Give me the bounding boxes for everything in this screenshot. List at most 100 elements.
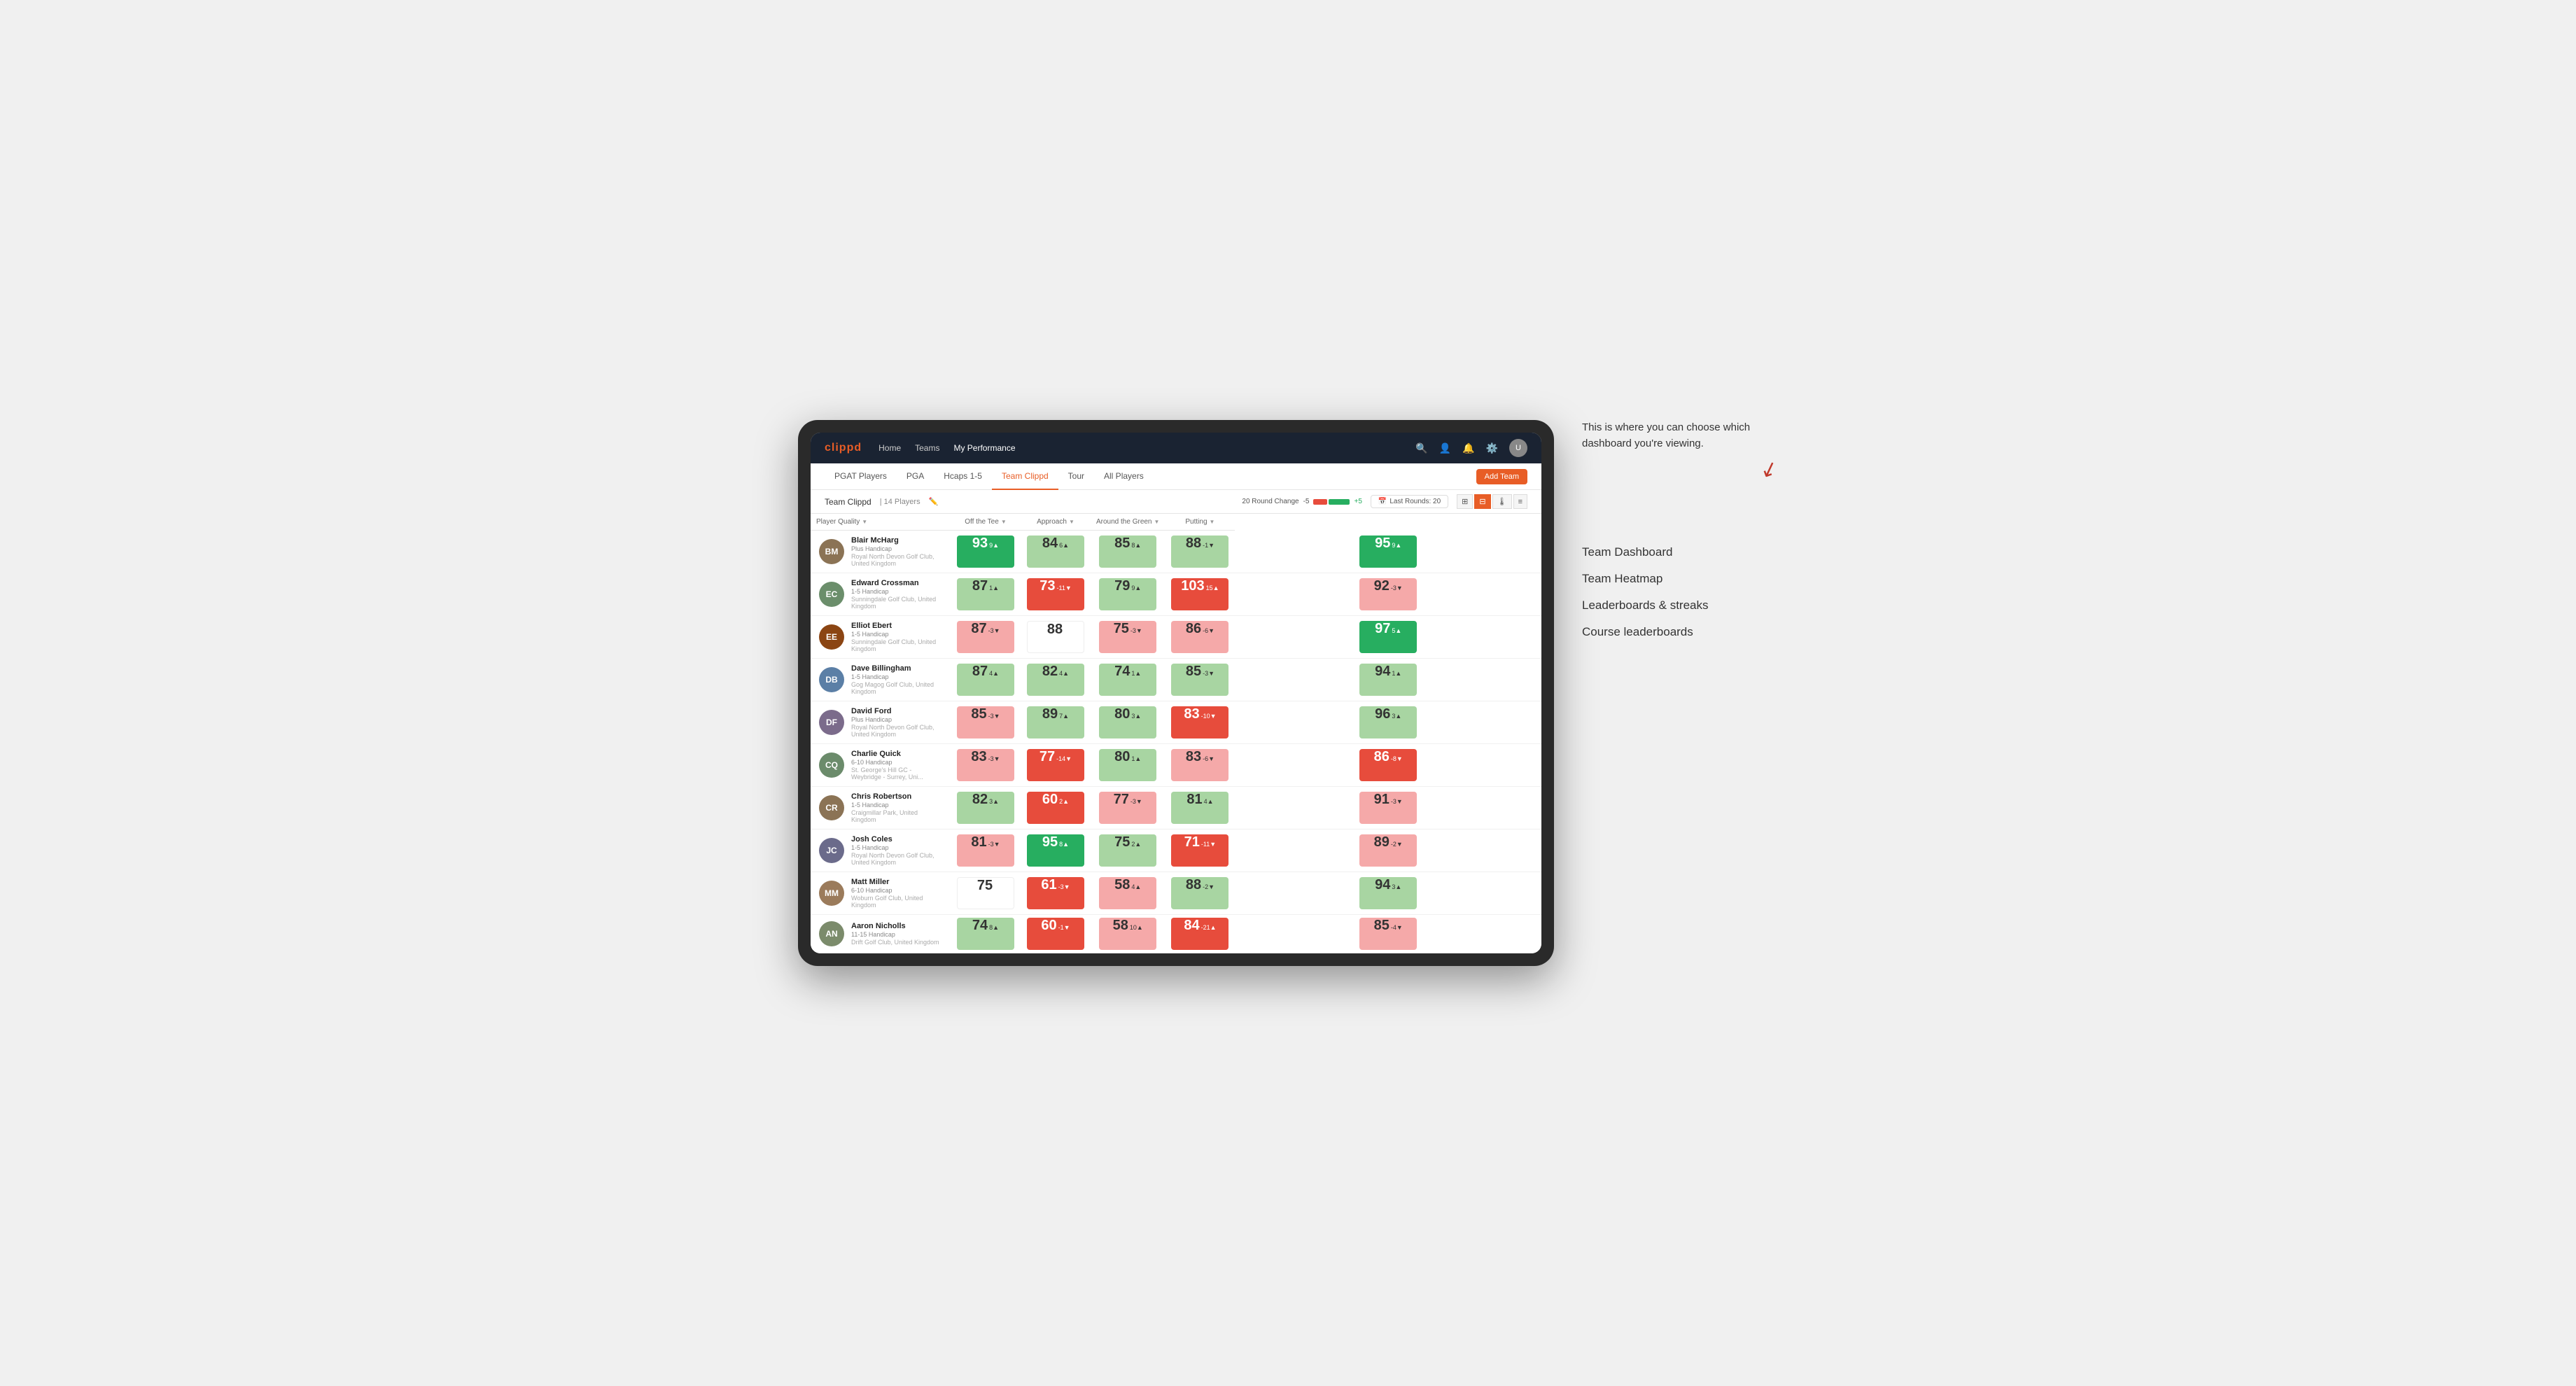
player-name: Aaron Nicholls	[851, 922, 939, 930]
score-cell-8-0: 75	[951, 872, 1021, 915]
view-toggle: ⊞ ⊟ 🌡 ≡	[1457, 494, 1527, 509]
nav-my-performance[interactable]: My Performance	[953, 443, 1015, 453]
sort-arrow-around[interactable]: ▼	[1154, 519, 1160, 525]
page-wrapper: clippd Home Teams My Performance 🔍 👤 🔔 ⚙…	[798, 420, 1778, 966]
score-delta: -3▼	[1130, 627, 1142, 634]
rc-red-bar	[1313, 499, 1327, 505]
player-club: Craigmillar Park, United Kingdom	[851, 809, 942, 823]
score-value: 74	[972, 918, 988, 934]
score-cell-8-3: 88 -2▼	[1165, 872, 1235, 915]
nav-links: Home Teams My Performance	[878, 443, 1015, 453]
avatar[interactable]: U	[1509, 439, 1527, 457]
search-icon[interactable]: 🔍	[1415, 442, 1427, 454]
tab-pgat-players[interactable]: PGAT Players	[825, 463, 897, 490]
score-delta: -3▼	[988, 755, 1000, 762]
nav-home[interactable]: Home	[878, 443, 901, 453]
table-row[interactable]: DF David Ford Plus Handicap Royal North …	[811, 701, 1541, 744]
player-club: Sunningdale Golf Club, United Kingdom	[851, 596, 942, 610]
round-change: 20 Round Change -5 +5	[1242, 498, 1362, 505]
score-delta: 9▲	[1131, 584, 1141, 592]
score-delta: 6▲	[1059, 542, 1069, 549]
score-box: 87 -3▼	[957, 621, 1014, 653]
score-value: 83	[971, 749, 986, 765]
score-value: 83	[1184, 706, 1199, 722]
score-delta: 1▲	[1392, 670, 1401, 677]
score-value: 81	[971, 834, 986, 850]
table-row[interactable]: EC Edward Crossman 1-5 Handicap Sunningd…	[811, 573, 1541, 616]
round-change-high: +5	[1354, 498, 1362, 505]
annotation-item-leaderboards: Leaderboards & streaks	[1582, 598, 1778, 613]
profile-icon[interactable]: 👤	[1439, 442, 1451, 454]
player-info: Edward Crossman 1-5 Handicap Sunningdale…	[851, 579, 942, 610]
round-change-label: 20 Round Change	[1242, 498, 1298, 505]
score-value: 58	[1114, 877, 1130, 893]
sort-arrow-putting[interactable]: ▼	[1210, 519, 1215, 525]
tab-tour[interactable]: Tour	[1058, 463, 1094, 490]
score-value: 87	[972, 664, 988, 680]
table-row[interactable]: CQ Charlie Quick 6-10 Handicap St. Georg…	[811, 744, 1541, 787]
table-row[interactable]: DB Dave Billingham 1-5 Handicap Gog Mago…	[811, 659, 1541, 701]
score-value: 84	[1184, 918, 1199, 934]
callout-text: This is where you can choose which dashb…	[1582, 420, 1778, 451]
score-cell-6-3: 81 4▲	[1165, 787, 1235, 830]
table-row[interactable]: AN Aaron Nicholls 11-15 Handicap Drift G…	[811, 915, 1541, 953]
add-team-button[interactable]: Add Team	[1476, 469, 1527, 484]
tab-hcaps[interactable]: Hcaps 1-5	[934, 463, 992, 490]
score-box: 85 -3▼	[957, 706, 1014, 738]
score-value: 95	[1042, 834, 1058, 850]
player-avatar: EC	[819, 582, 844, 607]
edit-icon[interactable]: ✏️	[929, 497, 939, 506]
table-row[interactable]: CR Chris Robertson 1-5 Handicap Craigmil…	[811, 787, 1541, 830]
player-name: David Ford	[851, 707, 942, 715]
view-grid-small-button[interactable]: ⊞	[1457, 494, 1473, 509]
table-body: BM Blair McHarg Plus Handicap Royal Nort…	[811, 531, 1541, 953]
score-box: 94 3▲	[1359, 877, 1417, 909]
view-grid-button[interactable]: ⊟	[1474, 494, 1490, 509]
table-header-row: Player Quality ▼ Off the Tee ▼	[811, 514, 1541, 531]
score-box: 73 -11▼	[1027, 578, 1084, 610]
score-value: 88	[1186, 877, 1201, 893]
score-box: 60 2▲	[1027, 792, 1084, 824]
score-box: 88 -2▼	[1171, 877, 1228, 909]
nav-icons: 🔍 👤 🔔 ⚙️ U	[1415, 439, 1527, 457]
sort-arrow-off-tee[interactable]: ▼	[1001, 519, 1007, 525]
col-approach-label: Approach	[1037, 518, 1067, 526]
score-box: 93 9▲	[957, 536, 1014, 568]
score-value: 87	[971, 621, 986, 637]
tab-all-players[interactable]: All Players	[1094, 463, 1154, 490]
score-cell-3-4: 94 1▲	[1235, 659, 1541, 701]
tab-pga[interactable]: PGA	[897, 463, 934, 490]
tab-team-clippd[interactable]: Team Clippd	[992, 463, 1058, 490]
table-row[interactable]: MM Matt Miller 6-10 Handicap Woburn Golf…	[811, 872, 1541, 915]
last-rounds-button[interactable]: 📅 Last Rounds: 20	[1371, 495, 1448, 508]
score-cell-8-2: 58 4▲	[1091, 872, 1165, 915]
settings-icon[interactable]: ⚙️	[1486, 442, 1498, 454]
score-box: 58 4▲	[1099, 877, 1156, 909]
score-delta: -6▼	[1203, 627, 1214, 634]
score-value: 80	[1114, 749, 1130, 765]
score-value: 82	[1042, 664, 1058, 680]
nav-teams[interactable]: Teams	[915, 443, 939, 453]
team-count: | 14 Players	[880, 498, 920, 506]
score-delta: 2▲	[1131, 841, 1141, 848]
table-row[interactable]: EE Elliot Ebert 1-5 Handicap Sunningdale…	[811, 616, 1541, 659]
score-delta: -3▼	[1058, 883, 1070, 890]
table-row[interactable]: BM Blair McHarg Plus Handicap Royal Nort…	[811, 531, 1541, 573]
last-rounds-label: Last Rounds: 20	[1390, 498, 1441, 505]
score-box: 77 -3▼	[1099, 792, 1156, 824]
player-club: Drift Golf Club, United Kingdom	[851, 939, 939, 946]
view-list-button[interactable]: ≡	[1513, 494, 1527, 509]
score-cell-5-4: 86 -8▼	[1235, 744, 1541, 787]
bell-icon[interactable]: 🔔	[1462, 442, 1474, 454]
sort-arrow-player[interactable]: ▼	[862, 519, 867, 525]
score-value: 82	[972, 792, 988, 808]
player-avatar: MM	[819, 881, 844, 906]
sort-arrow-approach[interactable]: ▼	[1069, 519, 1074, 525]
table-row[interactable]: JC Josh Coles 1-5 Handicap Royal North D…	[811, 830, 1541, 872]
score-box: 75 -3▼	[1099, 621, 1156, 653]
player-cell-9: AN Aaron Nicholls 11-15 Handicap Drift G…	[811, 915, 951, 953]
player-avatar: CR	[819, 795, 844, 820]
score-value: 85	[1186, 664, 1201, 680]
score-cell-0-1: 84 6▲	[1021, 531, 1091, 573]
view-heatmap-button[interactable]: 🌡	[1492, 494, 1512, 509]
